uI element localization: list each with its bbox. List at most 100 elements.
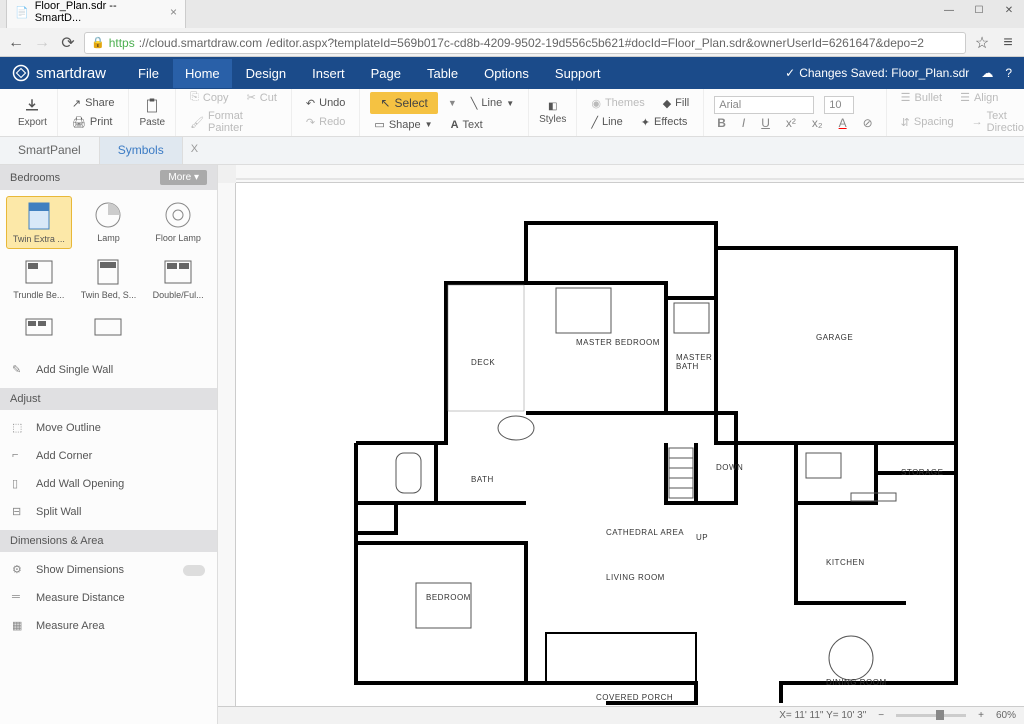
dimensions-toggle[interactable] [183,565,205,576]
shape-icon: ▭ [374,118,384,131]
tab-close-icon[interactable]: × [170,5,177,19]
italic-button[interactable]: I [739,116,748,130]
shape-tool[interactable]: ▭Shape▼ [370,116,436,133]
more-button[interactable]: More ▾ [160,170,207,185]
menu-items: File Home Design Insert Page Table Optio… [126,59,612,88]
menu-table[interactable]: Table [415,59,470,88]
text-direction-button[interactable]: →Text Direction [968,108,1024,136]
section-bedrooms: Bedrooms More ▾ [0,165,217,190]
measure-distance[interactable]: ═Measure Distance [0,584,217,612]
spacing-button[interactable]: ⇵Spacing [897,114,958,131]
help-icon[interactable]: ? [1005,66,1012,80]
line-tool[interactable]: ╲Line▼ [467,95,518,112]
export-button[interactable]: Export [18,97,47,128]
zoom-slider[interactable] [896,714,966,717]
cut-button[interactable]: ✂Cut [243,89,281,106]
chevron-down-icon[interactable]: ▼ [448,98,457,108]
symbol-twin-bed[interactable]: Twin Bed, S... [76,253,142,304]
close-button[interactable]: ✕ [994,0,1024,20]
menu-design[interactable]: Design [234,59,298,88]
room-label: DINING ROOM [826,678,887,687]
paste-button[interactable]: Paste [139,97,165,128]
export-icon [23,97,41,115]
tab-title: Floor_Plan.sdr -- SmartD... [35,0,164,24]
symbol-twin-extra[interactable]: Twin Extra ... [6,196,72,249]
share-button[interactable]: ↗Share [68,95,119,112]
add-single-wall[interactable]: ✎ Add Single Wall [0,356,217,384]
styles-button[interactable]: ◧ Styles [539,101,566,125]
address-bar[interactable]: 🔒 https://cloud.smartdraw.com/editor.asp… [84,32,966,54]
measure-area[interactable]: ▦Measure Area [0,612,217,640]
room-label: DECK [471,358,495,367]
symbol-floor-lamp[interactable]: Floor Lamp [145,196,211,249]
undo-icon: ↶ [306,97,315,110]
select-tool[interactable]: ↖Select [370,92,437,114]
floorplan[interactable]: DECK MASTER BEDROOM MASTER BATH GARAGE B… [296,203,976,706]
menu-icon[interactable]: ≡ [998,33,1018,53]
effects-button[interactable]: ✦Effects [637,114,692,131]
copy-button[interactable]: ⎘Copy [186,89,233,106]
maximize-button[interactable]: ☐ [964,0,994,20]
zoom-out-icon[interactable]: − [878,710,884,721]
url-protocol: https [109,36,135,50]
align-button[interactable]: ☰Align [956,89,1002,106]
superscript-button[interactable]: x² [783,116,799,130]
copy-icon: ⎘ [190,91,199,104]
print-button[interactable]: 🖨Print [68,114,119,131]
line-style-button[interactable]: ╱Line [587,114,626,131]
bullet-button[interactable]: ☰Bullet [897,89,946,106]
show-dimensions[interactable]: ⚙Show Dimensions [0,556,217,584]
font-color-button[interactable]: A [836,116,850,130]
zoom-in-icon[interactable]: + [978,710,984,721]
room-label: DOWN [716,463,743,472]
split-icon: ⊟ [12,505,26,519]
text-tool[interactable]: AText [447,117,487,133]
minimize-button[interactable]: — [934,0,964,20]
split-wall[interactable]: ⊟Split Wall [0,498,217,526]
forward-button[interactable]: → [32,33,52,53]
print-icon: 🖨 [72,116,86,129]
add-wall-opening[interactable]: ▯Add Wall Opening [0,470,217,498]
menu-options[interactable]: Options [472,59,541,88]
subscript-button[interactable]: x₂ [809,116,826,130]
browser-tab[interactable]: 📄 Floor_Plan.sdr -- SmartD... × [6,0,186,28]
font-name-input[interactable] [714,96,814,114]
tab-close[interactable]: X [183,137,206,164]
menu-home[interactable]: Home [173,59,232,88]
bookmark-icon[interactable]: ☆ [972,33,992,53]
brush-icon: 🖌 [190,116,204,129]
move-outline[interactable]: ⬚Move Outline [0,414,217,442]
text-icon: A [451,119,459,131]
tab-smartpanel[interactable]: SmartPanel [0,137,100,164]
app-logo[interactable]: smartdraw [12,64,106,82]
symbol-trundle-bed[interactable]: Trundle Be... [6,253,72,304]
format-painter-button[interactable]: 🖌Format Painter [186,108,281,136]
themes-button[interactable]: ◉Themes [587,95,648,112]
bold-button[interactable]: B [714,116,729,130]
room-label: KITCHEN [826,558,865,567]
clear-format-button[interactable]: ⊘ [860,116,876,130]
symbol-bed-7[interactable] [6,308,72,346]
underline-button[interactable]: U [758,116,773,130]
tab-symbols[interactable]: Symbols [100,137,183,164]
canvas[interactable]: DECK MASTER BEDROOM MASTER BATH GARAGE B… [236,183,1024,706]
corner-icon: ⌐ [12,449,26,463]
reload-button[interactable]: ⟳ [58,33,78,53]
add-corner[interactable]: ⌐Add Corner [0,442,217,470]
menu-file[interactable]: File [126,59,171,88]
redo-button[interactable]: ↷Redo [302,114,350,131]
undo-button[interactable]: ↶Undo [302,95,350,112]
cloud-icon[interactable]: ☁ [981,66,993,80]
app-menu-bar: smartdraw File Home Design Insert Page T… [0,57,1024,89]
menu-page[interactable]: Page [359,59,413,88]
symbol-double-full[interactable]: Double/Ful... [145,253,211,304]
symbol-lamp[interactable]: Lamp [76,196,142,249]
fill-button[interactable]: ◆Fill [659,95,694,112]
symbol-bed-8[interactable] [76,308,142,346]
browser-chrome: 📄 Floor_Plan.sdr -- SmartD... × ← → ⟳ 🔒 … [0,0,1024,57]
back-button[interactable]: ← [6,33,26,53]
font-size-input[interactable] [824,96,854,114]
menu-support[interactable]: Support [543,59,613,88]
section-adjust: Adjust [0,388,217,410]
menu-insert[interactable]: Insert [300,59,357,88]
